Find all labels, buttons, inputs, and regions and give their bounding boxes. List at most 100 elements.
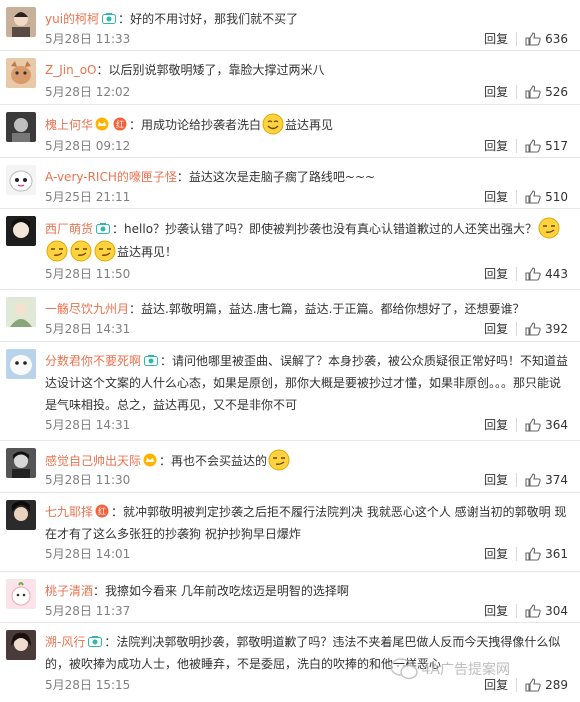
username-link[interactable]: 七九耶择 — [45, 505, 93, 519]
username-link[interactable]: 槐上何华 — [45, 118, 93, 132]
like-count: 289 — [545, 678, 568, 692]
comment-separator: ： — [104, 635, 117, 649]
like-button[interactable]: 289 — [525, 676, 568, 694]
comment-actions: 回复 361 — [484, 545, 568, 563]
comment-text: 益达这次是走脑子瘸了路线吧~~~ — [188, 170, 376, 184]
reply-button[interactable]: 回复 — [484, 471, 508, 489]
avatar[interactable] — [6, 579, 36, 609]
divider — [516, 473, 518, 487]
like-count: 304 — [545, 604, 568, 618]
like-button[interactable]: 636 — [525, 30, 568, 48]
smirk-emoji-icon — [94, 240, 116, 262]
comment-item: A-very-RICH的嚎匣子怪：益达这次是走脑子瘸了路线吧~~~ 5月25日 … — [0, 158, 580, 209]
reply-button[interactable]: 回复 — [484, 188, 508, 206]
username-link[interactable]: 西厂萌货 — [45, 222, 93, 236]
like-button[interactable]: 361 — [525, 545, 568, 563]
vip-camera-icon[interactable] — [144, 355, 159, 366]
comment-separator: ： — [129, 302, 142, 316]
avatar[interactable] — [6, 500, 36, 530]
reply-button[interactable]: 回复 — [484, 30, 508, 48]
comment-meta: 5月25日 21:11 回复 510 — [45, 188, 568, 206]
smile-emoji-icon — [262, 113, 284, 135]
avatar[interactable] — [6, 165, 36, 195]
comment-body: 一觞尽饮九州月：益达.郭敬明篇，益达.唐七篇，益达.于正篇。都给你想好了，还想要… — [45, 298, 572, 320]
comment-text: hello？抄袭认错了吗？即使被判抄袭也没有真心认错道歉过的人还笑出强大？ — [124, 222, 538, 236]
comment-text: 好的不用讨好，那我们就不买了 — [130, 12, 299, 26]
username-link[interactable]: 溯-风行 — [45, 635, 85, 649]
like-button[interactable]: 374 — [525, 471, 568, 489]
level-badge-icon[interactable]: 红 — [95, 504, 109, 518]
username-link[interactable]: 桃子清酒 — [45, 584, 93, 598]
avatar[interactable] — [6, 7, 36, 37]
comment-meta: 5月28日 11:30 回复 374 — [45, 471, 568, 489]
svg-text:红: 红 — [98, 506, 106, 516]
timestamp: 5月25日 21:11 — [45, 190, 131, 204]
comment-meta: 5月28日 12:02 回复 526 — [45, 83, 568, 101]
avatar[interactable] — [6, 216, 36, 246]
comment-actions: 回复 364 — [484, 416, 568, 434]
thumbs-up-icon — [525, 473, 541, 487]
comment-body: 西厂萌货 ：hello？抄袭认错了吗？即使被判抄袭也没有真心认错道歉过的人还笑出强… — [45, 217, 572, 263]
like-button[interactable]: 526 — [525, 83, 568, 101]
comment-item: 分数君你不要死啊 ：请问他哪里被歪曲、误解了？本身抄袭，被公众质疑很正常好吗！不知… — [0, 342, 580, 441]
divider — [516, 32, 518, 46]
avatar[interactable] — [6, 297, 36, 327]
comment-item: 七九耶择红 ：就冲郭敬明被判定抄袭之后拒不履行法院判决 我就恶心这个人 感谢当初的… — [0, 493, 580, 572]
username-link[interactable]: yui的柯柯 — [45, 12, 99, 26]
crown-badge-icon[interactable] — [143, 453, 157, 467]
comment-actions: 回复 374 — [484, 471, 568, 489]
reply-button[interactable]: 回复 — [484, 137, 508, 155]
comment-text: 益达.郭敬明篇，益达.唐七篇，益达.于正篇。都给你想好了，还想要谁？ — [141, 302, 525, 316]
username-link[interactable]: 分数君你不要死啊 — [45, 354, 141, 368]
like-button[interactable]: 392 — [525, 320, 568, 338]
smirk-emoji-icon — [46, 240, 68, 262]
comment-actions: 回复 517 — [484, 137, 568, 155]
timestamp: 5月28日 11:33 — [45, 32, 131, 46]
level-badge-icon[interactable]: 红 — [113, 117, 127, 131]
crown-badge-icon[interactable] — [95, 117, 109, 131]
avatar[interactable] — [6, 630, 36, 660]
comment-item: 一觞尽饮九州月：益达.郭敬明篇，益达.唐七篇，益达.于正篇。都给你想好了，还想要… — [0, 290, 580, 342]
username-link[interactable]: 一觞尽饮九州月 — [45, 302, 129, 316]
vip-camera-icon[interactable] — [88, 636, 103, 647]
username-link[interactable]: A-very-RICH的嚎匣子怪 — [45, 170, 177, 184]
avatar[interactable] — [6, 448, 36, 478]
reply-button[interactable]: 回复 — [484, 265, 508, 283]
reply-button[interactable]: 回复 — [484, 545, 508, 563]
avatar[interactable] — [6, 58, 36, 88]
smirk-emoji-icon — [70, 240, 92, 262]
smirk-emoji-icon — [268, 449, 290, 471]
like-button[interactable]: 510 — [525, 188, 568, 206]
avatar[interactable] — [6, 349, 36, 379]
avatar[interactable] — [6, 112, 36, 142]
comment-meta: 5月28日 14:31 回复 364 — [45, 416, 568, 434]
vip-camera-icon[interactable] — [96, 223, 111, 234]
thumbs-up-icon — [525, 85, 541, 99]
comment-body: yui的柯柯 ：好的不用讨好，那我们就不买了 — [45, 8, 572, 30]
comment-body: 七九耶择红 ：就冲郭敬明被判定抄袭之后拒不履行法院判决 我就恶心这个人 感谢当初的… — [45, 501, 572, 545]
like-button[interactable]: 304 — [525, 602, 568, 620]
comment-item: 西厂萌货 ：hello？抄袭认错了吗？即使被判抄袭也没有真心认错道歉过的人还笑出强… — [0, 209, 580, 290]
like-count: 364 — [545, 418, 568, 432]
comment-separator: ： — [176, 170, 189, 184]
like-count: 374 — [545, 473, 568, 487]
comment-actions: 回复 392 — [484, 320, 568, 338]
divider — [516, 418, 518, 432]
reply-button[interactable]: 回复 — [484, 320, 508, 338]
reply-button[interactable]: 回复 — [484, 416, 508, 434]
username-link[interactable]: Z_Jin_oO — [45, 63, 97, 77]
comment-body: 分数君你不要死啊 ：请问他哪里被歪曲、误解了？本身抄袭，被公众质疑很正常好吗！不知… — [45, 350, 572, 416]
thumbs-up-icon — [525, 267, 541, 281]
vip-camera-icon[interactable] — [102, 13, 117, 24]
reply-button[interactable]: 回复 — [484, 602, 508, 620]
like-button[interactable]: 443 — [525, 265, 568, 283]
watermark-text: 4A广告提案网 — [421, 662, 510, 678]
timestamp: 5月28日 14:01 — [45, 547, 131, 561]
divider — [516, 139, 518, 153]
like-count: 510 — [545, 190, 568, 204]
reply-button[interactable]: 回复 — [484, 83, 508, 101]
like-button[interactable]: 517 — [525, 137, 568, 155]
like-button[interactable]: 364 — [525, 416, 568, 434]
username-link[interactable]: 感觉自己帅出天际 — [45, 454, 141, 468]
comment-item: 槐上何华 红 ：用成功论给抄袭者洗白 益达再见 5月28日 09:12 回复 517 — [0, 105, 580, 158]
